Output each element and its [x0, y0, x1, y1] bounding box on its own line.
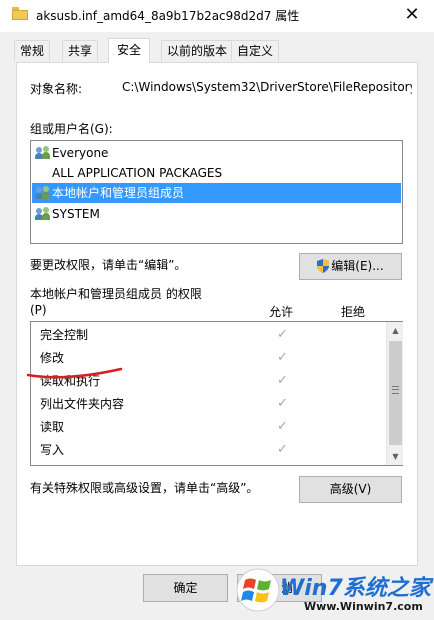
permissions-label: 本地帐户和管理员组成员 的权限: [30, 287, 202, 301]
list-item[interactable]: SYSTEM: [32, 204, 401, 224]
allow-check-icon: ✓: [277, 442, 288, 457]
tab-customize[interactable]: 自定义: [231, 40, 280, 61]
change-hint: 要更改权限，请单击“编辑”。: [30, 258, 187, 272]
table-row: 完全控制 ✓: [40, 324, 380, 346]
list-item[interactable]: Everyone: [32, 143, 401, 163]
permissions-label-shortcut: (P): [30, 303, 47, 317]
win7-watermark: Win7系统之家 Www.Winwin7.com: [232, 560, 434, 620]
group-name: 本地帐户和管理员组成员: [52, 186, 185, 200]
table-row: 列出文件夹内容 ✓: [40, 393, 380, 415]
table-row: 写入 ✓: [40, 439, 380, 461]
tab-security[interactable]: 安全: [108, 38, 151, 63]
tab-previous-versions[interactable]: 以前的版本: [161, 40, 234, 61]
vertical-scrollbar[interactable]: ▲ ▼: [386, 322, 403, 465]
allow-header: 允许: [269, 305, 294, 319]
title-bar: aksusb.inf_amd64_8a9b17b2ac98d2d7 属性 ✕: [0, 0, 434, 32]
groups-label: 组或用户名(G):: [30, 122, 113, 136]
scroll-down-icon[interactable]: ▼: [387, 448, 404, 465]
permission-name: 读取: [40, 420, 65, 434]
object-name-value: C:\Windows\System32\DriverStore\FileRepo…: [122, 80, 412, 94]
table-row: 读取 ✓: [40, 416, 380, 438]
allow-check-icon: ✓: [277, 327, 288, 342]
list-item[interactable]: ALL APPLICATION PACKAGES: [32, 163, 401, 183]
allow-check-icon: ✓: [277, 373, 288, 388]
group-user-list[interactable]: Everyone ALL APPLICATION PACKAGES 本地帐户和管…: [30, 140, 403, 244]
red-annotation-underline: [26, 367, 123, 379]
permission-name: 完全控制: [40, 328, 89, 342]
deny-header: 拒绝: [341, 305, 366, 319]
scroll-thumb[interactable]: [389, 341, 402, 445]
users-icon: [35, 207, 51, 221]
shield-icon: [317, 259, 330, 273]
allow-check-icon: ✓: [277, 396, 288, 411]
group-name: Everyone: [52, 146, 109, 160]
users-icon: [35, 146, 51, 160]
allow-check-icon: ✓: [277, 419, 288, 434]
scroll-up-icon[interactable]: ▲: [387, 322, 404, 339]
close-button[interactable]: ✕: [390, 0, 434, 30]
edit-button-label: 编辑(E)...: [331, 259, 384, 273]
folder-icon: [12, 7, 28, 20]
security-panel: 对象名称: C:\Windows\System32\DriverStore\Fi…: [16, 62, 418, 566]
permission-name: 列出文件夹内容: [40, 397, 125, 411]
ok-button[interactable]: 确定: [143, 574, 228, 602]
watermark-url: Www.Winwin7.com: [304, 600, 423, 613]
edit-button[interactable]: 编辑(E)...: [299, 253, 402, 280]
tab-sharing[interactable]: 共享: [62, 40, 99, 61]
windows-logo-icon: [236, 568, 280, 612]
advanced-button[interactable]: 高级(V): [299, 476, 402, 503]
object-name-label: 对象名称:: [30, 82, 83, 96]
tab-general[interactable]: 常规: [14, 40, 51, 61]
list-item-selected[interactable]: 本地帐户和管理员组成员: [32, 183, 401, 203]
group-name: SYSTEM: [52, 207, 100, 221]
users-icon: [35, 186, 51, 200]
group-name: ALL APPLICATION PACKAGES: [52, 166, 223, 180]
allow-check-icon: ✓: [277, 350, 288, 365]
permissions-list[interactable]: 完全控制 ✓ 修改 ✓ 读取和执行 ✓ 列出文件夹内容 ✓ 读取 ✓ 写入 ✓ …: [30, 321, 403, 466]
advanced-hint: 有关特殊权限或高级设置，请单击“高级”。: [30, 481, 259, 495]
permission-name: 写入: [40, 443, 65, 457]
watermark-brand: Win7系统之家: [280, 576, 431, 601]
window-title: aksusb.inf_amd64_8a9b17b2ac98d2d7 属性: [36, 9, 300, 23]
permission-name: 修改: [40, 351, 65, 365]
